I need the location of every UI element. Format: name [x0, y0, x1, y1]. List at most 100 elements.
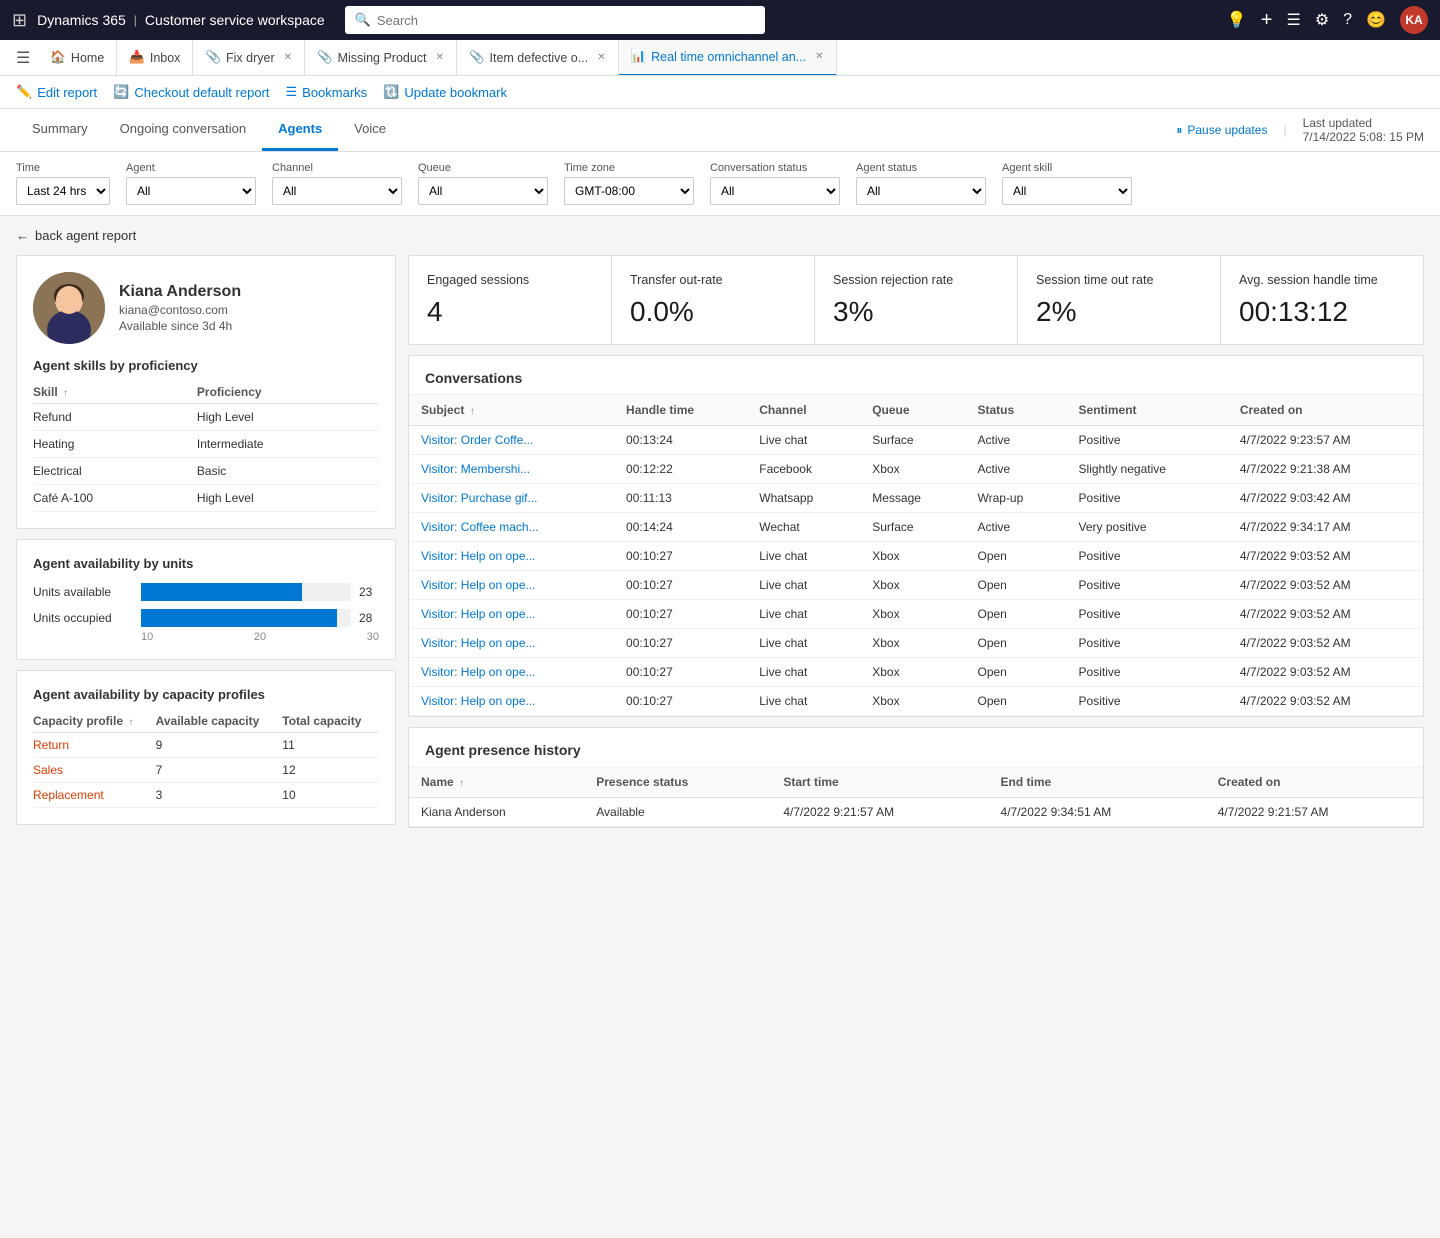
tab-real-time[interactable]: 📊 Real time omnichannel an... ✕ [619, 40, 837, 76]
tab-ongoing-conversation[interactable]: Ongoing conversation [104, 109, 262, 151]
table-row: Visitor: Help on ope... 00:10:27 Live ch… [409, 629, 1423, 658]
bar-outer [141, 583, 351, 601]
home-icon: 🏠 [50, 50, 66, 65]
conversation-subject-link[interactable]: Visitor: Help on ope... [421, 549, 536, 563]
link-icon: 📎 [205, 50, 221, 65]
skills-table: Skill ↑ Proficiency RefundHigh LevelHeat… [33, 381, 379, 512]
tab-agents[interactable]: Agents [262, 109, 338, 151]
presence-history-section: Agent presence history Name ↑ Presence s… [408, 727, 1424, 828]
two-column-layout: Kiana Anderson kiana@contoso.com Availab… [16, 255, 1424, 828]
tab-voice[interactable]: Voice [338, 109, 402, 151]
availability-units-card: Agent availability by units Units availa… [16, 539, 396, 660]
search-input[interactable] [377, 13, 755, 28]
handle-time-col-header: Handle time [614, 395, 747, 426]
name-sort-icon[interactable]: ↑ [459, 778, 464, 789]
search-icon: 🔍 [355, 12, 371, 28]
conversation-subject-link[interactable]: Visitor: Help on ope... [421, 694, 536, 708]
subject-sort-icon[interactable]: ↑ [470, 406, 475, 417]
skills-section-title: Agent skills by proficiency [33, 358, 379, 373]
kpi-value: 3% [833, 296, 999, 328]
table-row: Visitor: Help on ope... 00:10:27 Live ch… [409, 687, 1423, 716]
tab-missing-product[interactable]: 📎 Missing Product ✕ [305, 40, 457, 76]
conversation-subject-link[interactable]: Visitor: Coffee mach... [421, 520, 539, 534]
channel-select[interactable]: All [272, 177, 402, 205]
close-missing-product[interactable]: ✕ [436, 52, 444, 63]
app-name: Dynamics 365 [37, 12, 126, 28]
conversation-subject-link[interactable]: Visitor: Help on ope... [421, 578, 536, 592]
table-row: Visitor: Help on ope... 00:10:27 Live ch… [409, 542, 1423, 571]
agent-skill-select[interactable]: All [1002, 177, 1132, 205]
conversation-subject-link[interactable]: Visitor: Membershi... [421, 462, 530, 476]
filter-timezone: Time zone GMT-08:00 [564, 162, 694, 205]
close-real-time[interactable]: ✕ [815, 51, 823, 62]
pause-updates-button[interactable]: ⏸ Pause updates [1176, 123, 1267, 138]
edit-report-button[interactable]: ✏️ Edit report [16, 82, 97, 102]
table-row: Café A-100High Level [33, 485, 379, 512]
update-bookmark-button[interactable]: 🔃 Update bookmark [383, 82, 507, 102]
close-fix-dryer[interactable]: ✕ [284, 52, 292, 63]
table-row: Visitor: Purchase gif... 00:11:13 Whatsa… [409, 484, 1423, 513]
conversation-subject-link[interactable]: Visitor: Help on ope... [421, 607, 536, 621]
top-navigation: ⊞ Dynamics 365 | Customer service worksp… [0, 0, 1440, 40]
settings-icon[interactable]: ⚙ [1315, 10, 1329, 30]
grid-icon[interactable]: ⊞ [12, 10, 27, 31]
end-time-col-header: End time [989, 767, 1206, 798]
tab-fix-dryer[interactable]: 📎 Fix dryer ✕ [193, 40, 305, 76]
last-updated-block: Last updated 7/14/2022 5:08: 15 PM [1303, 116, 1424, 144]
conversation-subject-link[interactable]: Visitor: Purchase gif... [421, 491, 538, 505]
queue-select[interactable]: All [418, 177, 548, 205]
conversations-table-wrapper[interactable]: Subject ↑ Handle time Channel Queue Stat… [409, 395, 1423, 716]
tab-summary[interactable]: Summary [16, 109, 104, 151]
agent-info: Kiana Anderson kiana@contoso.com Availab… [33, 272, 379, 344]
left-panel: Kiana Anderson kiana@contoso.com Availab… [16, 255, 396, 825]
feedback-icon[interactable]: 😊 [1366, 10, 1386, 30]
lightbulb-icon[interactable]: 💡 [1227, 10, 1247, 30]
link-icon3: 📎 [469, 50, 485, 65]
tab-item-defective[interactable]: 📎 Item defective o... ✕ [457, 40, 619, 76]
tab-inbox[interactable]: 📥 Inbox [117, 40, 193, 76]
tab-home[interactable]: 🏠 Home [38, 40, 117, 76]
subject-col-header: Subject ↑ [409, 395, 614, 426]
app-module: Customer service workspace [145, 12, 325, 28]
capacity-profile-link[interactable]: Return [33, 738, 69, 752]
table-row: HeatingIntermediate [33, 431, 379, 458]
close-item-defective[interactable]: ✕ [597, 52, 605, 63]
table-row: Kiana Anderson Available 4/7/2022 9:21:5… [409, 798, 1423, 827]
nav-icons: 💡 + ☰ ⚙ ? 😊 KA [1227, 6, 1428, 34]
capacity-profiles-card: Agent availability by capacity profiles … [16, 670, 396, 825]
kpi-value: 2% [1036, 296, 1202, 328]
agent-select[interactable]: All [126, 177, 256, 205]
timezone-select[interactable]: GMT-08:00 [564, 177, 694, 205]
filter-icon[interactable]: ☰ [1286, 10, 1300, 30]
skill-sort-icon[interactable]: ↑ [63, 388, 68, 399]
capacity-profile-link[interactable]: Sales [33, 763, 63, 777]
checkout-default-button[interactable]: 🔄 Checkout default report [113, 82, 269, 102]
bookmarks-button[interactable]: ☰ Bookmarks [286, 82, 368, 102]
presence-table-wrapper[interactable]: Name ↑ Presence status Start time End ti… [409, 767, 1423, 827]
table-row: Visitor: Order Coffe... 00:13:24 Live ch… [409, 426, 1423, 455]
agent-status-select[interactable]: All [856, 177, 986, 205]
time-select[interactable]: Last 24 hrs [16, 177, 110, 205]
hamburger-menu[interactable]: ☰ [8, 48, 38, 68]
link-icon2: 📎 [317, 50, 333, 65]
help-icon[interactable]: ? [1343, 11, 1352, 29]
plus-icon[interactable]: + [1261, 9, 1273, 32]
queue-col-header: Queue [860, 395, 965, 426]
user-avatar[interactable]: KA [1400, 6, 1428, 34]
right-panel: Engaged sessions 4 Transfer out-rate 0.0… [408, 255, 1424, 828]
capacity-profile-link[interactable]: Replacement [33, 788, 104, 802]
back-link[interactable]: ← back agent report [16, 228, 1424, 243]
toolbar: ✏️ Edit report 🔄 Checkout default report… [0, 76, 1440, 109]
conversation-subject-link[interactable]: Visitor: Help on ope... [421, 665, 536, 679]
conversation-status-select[interactable]: All [710, 177, 840, 205]
inbox-icon: 📥 [129, 50, 145, 65]
filters-bar: Time Last 24 hrs Agent All Channel All Q… [0, 152, 1440, 216]
total-capacity-col: Total capacity [282, 710, 379, 733]
search-bar[interactable]: 🔍 [345, 6, 765, 34]
table-row: Visitor: Help on ope... 00:10:27 Live ch… [409, 600, 1423, 629]
kpi-card: Engaged sessions 4 [409, 256, 612, 344]
created-on-col-header: Created on [1228, 395, 1423, 426]
conversation-subject-link[interactable]: Visitor: Help on ope... [421, 636, 536, 650]
conversation-subject-link[interactable]: Visitor: Order Coffe... [421, 433, 533, 447]
kpi-title: Session rejection rate [833, 272, 999, 288]
